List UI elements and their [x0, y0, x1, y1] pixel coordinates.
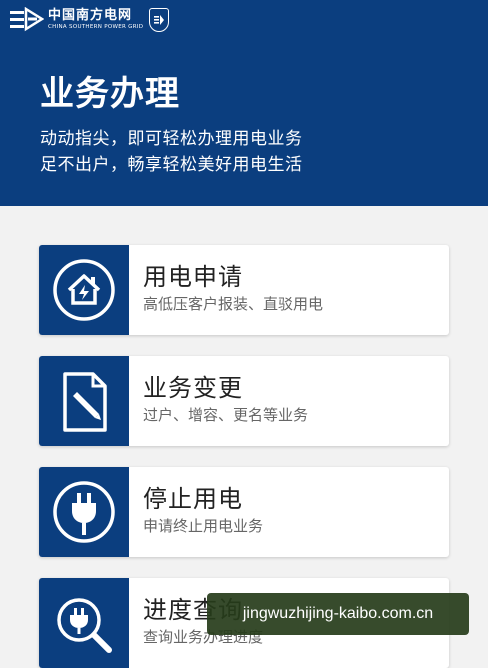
- house-icon: [53, 259, 115, 321]
- search-plug-icon: [57, 598, 112, 653]
- brand-name-cn: 中国南方电网: [48, 8, 133, 23]
- service-title: 用电申请: [143, 263, 243, 291]
- subtitle-line-2: 足不出户，畅享轻松美好用电生活: [40, 155, 303, 175]
- service-card-stop-electricity[interactable]: 停止用电 申请终止用电业务: [39, 467, 449, 557]
- page-title: 业务办理: [40, 74, 180, 114]
- power-grid-logo-icon: [10, 7, 44, 32]
- service-desc: 申请终止用电业务: [143, 517, 264, 535]
- brand-name-en: CHINA SOUTHERN POWER GRID: [48, 24, 144, 30]
- document-edit-icon: [63, 372, 107, 432]
- shield-badge-icon: [149, 8, 170, 32]
- service-card-electricity-application[interactable]: 用电申请 高低压客户报装、直驳用电: [39, 245, 449, 335]
- brand-logo: 中国南方电网 CHINA SOUTHERN POWER GRID: [8, 6, 170, 34]
- subtitle-line-1: 动动指尖，即可轻松办理用电业务: [40, 129, 303, 149]
- service-title: 业务变更: [143, 374, 243, 402]
- service-desc: 高低压客户报装、直驳用电: [143, 295, 324, 313]
- service-title: 停止用电: [143, 485, 243, 513]
- plug-icon: [53, 481, 115, 543]
- service-desc: 过户、增容、更名等业务: [143, 406, 309, 424]
- page-header: 中国南方电网 CHINA SOUTHERN POWER GRID 业务办理 动动…: [0, 0, 488, 206]
- service-card-business-change[interactable]: 业务变更 过户、增容、更名等业务: [39, 356, 449, 446]
- watermark-overlay: jingwuzhijing-kaibo.com.cn: [207, 593, 469, 635]
